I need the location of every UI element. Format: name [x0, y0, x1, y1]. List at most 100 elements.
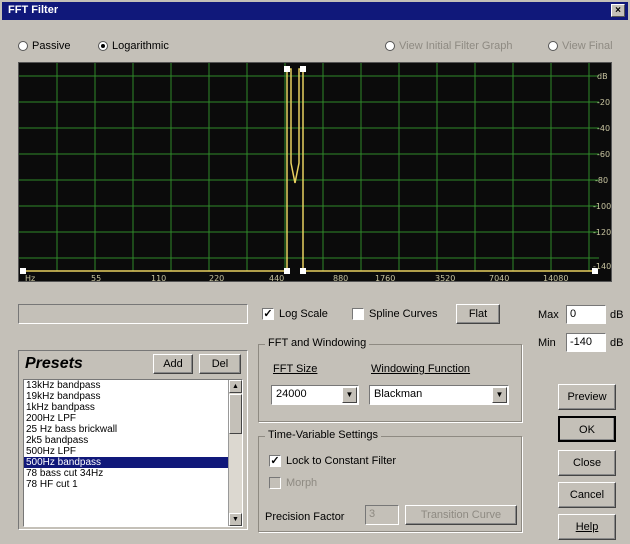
passive-label: Passive [32, 40, 71, 52]
lock-constant-label: Lock to Constant Filter [286, 455, 397, 467]
db-tick-label: -140 [593, 262, 611, 271]
list-item-selected[interactable]: 500Hz bandpass [24, 457, 242, 468]
logarithmic-label: Logarithmic [112, 40, 169, 52]
morph-checkbox[interactable]: Morph [269, 477, 317, 489]
title-bar: FFT Filter × [2, 2, 628, 20]
radio-dot [18, 41, 28, 51]
help-button[interactable]: Help [558, 514, 616, 540]
db-tick-label: -80 [595, 176, 608, 185]
view-final-radio[interactable]: View Final [548, 40, 613, 52]
freq-tick-label: 3520 [435, 274, 455, 283]
presets-title: Presets [25, 355, 83, 372]
check-box [352, 308, 364, 320]
list-item[interactable]: 78 bass cut 34Hz [24, 468, 242, 479]
check-box: ✓ [262, 308, 274, 320]
curve-handle[interactable] [300, 66, 306, 72]
chevron-down-icon[interactable]: ▼ [492, 387, 507, 403]
windowing-function-value: Blackman [374, 388, 423, 400]
radio-dot [98, 41, 108, 51]
db-tick-label: dB [597, 72, 608, 81]
scroll-down-icon[interactable]: ▼ [229, 513, 242, 526]
freq-tick-label: 14080 [543, 274, 568, 283]
windowing-function-label: Windowing Function [371, 363, 471, 375]
horizontal-gridlines [19, 75, 599, 259]
check-box: ✓ [269, 455, 281, 467]
chevron-down-icon[interactable]: ▼ [342, 387, 357, 403]
time-variable-group: Time-Variable Settings ✓ Lock to Constan… [258, 429, 522, 532]
curve-handle[interactable] [284, 66, 290, 72]
view-initial-label: View Initial Filter Graph [399, 40, 513, 52]
db-tick-label: -120 [593, 228, 611, 237]
lock-constant-checkbox[interactable]: ✓ Lock to Constant Filter [269, 455, 396, 467]
max-unit-label: dB [610, 309, 624, 321]
flat-button[interactable]: Flat [456, 304, 500, 324]
window-title: FFT Filter [8, 4, 59, 16]
max-label: Max [538, 309, 559, 321]
ok-button[interactable]: OK [558, 416, 616, 442]
radio-dot [385, 41, 395, 51]
presets-scrollbar[interactable]: ▲ ▼ [228, 380, 242, 526]
curve-handle[interactable] [284, 268, 290, 274]
freq-tick-label: 110 [151, 274, 166, 283]
view-initial-radio[interactable]: View Initial Filter Graph [385, 40, 513, 52]
list-item[interactable]: 25 Hz bass brickwall [24, 424, 242, 435]
min-label: Min [538, 337, 556, 349]
precision-factor-input[interactable]: 3 [365, 505, 399, 525]
freq-tick-label: 7040 [489, 274, 509, 283]
presets-list[interactable]: 13kHz bandpass 19kHz bandpass 1kHz bandp… [23, 379, 243, 527]
max-db-input[interactable]: 0 [566, 305, 606, 324]
scroll-thumb[interactable] [229, 394, 242, 434]
fft-filter-window: FFT Filter × Passive Logarithmic View In… [0, 0, 630, 544]
filter-graph-svg[interactable]: dB -20 -40 -60 -80 -100 -120 -140 Hz 55 … [19, 63, 613, 283]
min-unit-label: dB [610, 337, 624, 349]
spline-curves-checkbox[interactable]: Spline Curves [352, 308, 437, 320]
log-scale-label: Log Scale [279, 308, 328, 320]
freq-tick-label: 440 [269, 274, 284, 283]
freq-tick-label: 220 [209, 274, 224, 283]
spline-curves-label: Spline Curves [369, 308, 438, 320]
list-item[interactable]: 500Hz LPF [24, 446, 242, 457]
list-item[interactable]: 19kHz bandpass [24, 391, 242, 402]
presets-panel: Presets Add Del 13kHz bandpass 19kHz ban… [18, 350, 248, 530]
tvs-group-title: Time-Variable Settings [265, 429, 382, 441]
freq-axis-labels: Hz 55 110 220 440 880 1760 3520 7040 140… [25, 274, 568, 283]
db-tick-label: -60 [597, 150, 610, 159]
fft-size-select[interactable]: 24000 ▼ [271, 385, 359, 405]
scroll-up-icon[interactable]: ▲ [229, 380, 242, 393]
delete-preset-button[interactable]: Del [199, 354, 241, 374]
fft-size-label: FFT Size [273, 363, 318, 375]
freq-tick-label: Hz [25, 274, 35, 283]
curve-handle[interactable] [300, 268, 306, 274]
filter-graph[interactable]: dB -20 -40 -60 -80 -100 -120 -140 Hz 55 … [18, 62, 613, 283]
list-item[interactable]: 200Hz LPF [24, 413, 242, 424]
preview-button[interactable]: Preview [558, 384, 616, 410]
view-final-label: View Final [562, 40, 613, 52]
freq-tick-label: 1760 [375, 274, 395, 283]
freq-tick-label: 880 [333, 274, 348, 283]
db-tick-label: -20 [597, 98, 610, 107]
db-tick-label: -40 [597, 124, 610, 133]
windowing-function-select[interactable]: Blackman ▼ [369, 385, 509, 405]
list-item[interactable]: 13kHz bandpass [24, 380, 242, 391]
close-icon[interactable]: × [611, 4, 625, 17]
fft-group-title: FFT and Windowing [265, 337, 370, 349]
passive-radio[interactable]: Passive [18, 40, 71, 52]
list-item[interactable]: 2k5 bandpass [24, 435, 242, 446]
precision-factor-label: Precision Factor [265, 511, 345, 523]
fft-windowing-group: FFT and Windowing FFT Size Windowing Fun… [258, 337, 522, 422]
close-button[interactable]: Close [558, 450, 616, 476]
log-scale-checkbox[interactable]: ✓ Log Scale [262, 308, 328, 320]
add-preset-button[interactable]: Add [153, 354, 193, 374]
freq-tick-label: 55 [91, 274, 101, 283]
radio-dot [548, 41, 558, 51]
filter-curve[interactable] [23, 68, 595, 272]
logarithmic-radio[interactable]: Logarithmic [98, 40, 169, 52]
db-tick-label: -100 [593, 202, 611, 211]
min-db-input[interactable]: -140 [566, 333, 606, 352]
status-field [18, 304, 248, 324]
cancel-button[interactable]: Cancel [558, 482, 616, 508]
list-item[interactable]: 78 HF cut 1 [24, 479, 242, 490]
transition-curve-button[interactable]: Transition Curve [405, 505, 517, 525]
morph-label: Morph [286, 477, 318, 489]
list-item[interactable]: 1kHz bandpass [24, 402, 242, 413]
